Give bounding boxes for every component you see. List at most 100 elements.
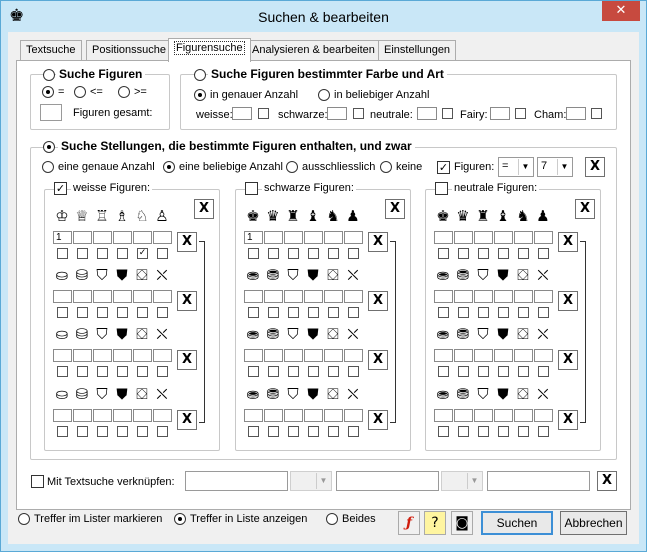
figuren-check[interactable]: ✓ (437, 161, 450, 174)
piece-filter-check[interactable] (458, 426, 469, 437)
row-clear-button[interactable]: X (177, 232, 197, 252)
piece-count-box[interactable] (133, 231, 152, 244)
piece-count-box[interactable] (434, 409, 453, 422)
piece-filter-check[interactable] (498, 307, 509, 318)
piece-filter-check[interactable] (157, 426, 168, 437)
neutrale-count[interactable] (417, 107, 437, 120)
piece-count-box[interactable] (514, 409, 533, 422)
group-clear-button-0[interactable]: X (194, 199, 214, 219)
piece-filter-check[interactable] (478, 366, 489, 377)
piece-count-box[interactable] (53, 290, 72, 303)
piece-count-box[interactable] (434, 231, 453, 244)
piece-count-box[interactable] (93, 409, 112, 422)
radio-beliebige-anzahl[interactable] (318, 89, 330, 101)
piece-filter-check[interactable] (308, 307, 319, 318)
piece-filter-check[interactable] (348, 366, 359, 377)
row-clear-button[interactable]: X (368, 410, 388, 430)
cham-check[interactable] (591, 108, 602, 119)
row-clear-button[interactable]: X (177, 291, 197, 311)
function-icon-button[interactable]: ƒ (398, 511, 420, 535)
piece-count-box[interactable] (73, 409, 92, 422)
piece-filter-check[interactable] (478, 426, 489, 437)
piece-count-box[interactable] (324, 349, 343, 362)
tab-analysieren[interactable]: Analysieren & bearbeiten (246, 40, 381, 61)
row-clear-button[interactable]: X (558, 291, 578, 311)
piece-filter-check[interactable] (458, 307, 469, 318)
piece-filter-check[interactable] (518, 426, 529, 437)
neutrale-check[interactable] (442, 108, 453, 119)
piece-count-box[interactable] (514, 290, 533, 303)
piece-count-box[interactable] (264, 409, 283, 422)
piece-filter-check[interactable] (117, 307, 128, 318)
piece-count-box[interactable] (53, 349, 72, 362)
piece-filter-check[interactable] (268, 307, 279, 318)
schwarze-count[interactable] (327, 107, 347, 120)
row-clear-button[interactable]: X (558, 350, 578, 370)
piece-filter-check[interactable] (498, 426, 509, 437)
piece-count-box[interactable] (304, 290, 323, 303)
fairy-check[interactable] (515, 108, 526, 119)
piece-filter-check[interactable] (518, 307, 529, 318)
piece-count-box[interactable] (454, 409, 473, 422)
radio-treffer-markieren[interactable] (18, 513, 30, 525)
piece-filter-check[interactable]: ✓ (137, 248, 148, 259)
piece-count-box[interactable]: 1 (244, 231, 263, 244)
piece-count-box[interactable] (244, 409, 263, 422)
piece-filter-check[interactable] (77, 366, 88, 377)
piece-filter-check[interactable] (157, 307, 168, 318)
piece-filter-check[interactable] (248, 307, 259, 318)
textsuche-clear-button[interactable]: X (597, 471, 617, 491)
piece-filter-check[interactable] (438, 366, 449, 377)
figuren-op-select[interactable]: = ▼ (498, 157, 534, 177)
row-clear-button[interactable]: X (368, 350, 388, 370)
piece-filter-check[interactable] (328, 248, 339, 259)
textsuche-input-1[interactable] (185, 471, 288, 491)
textsuche-op-2[interactable]: ▼ (441, 471, 483, 491)
piece-count-box[interactable] (113, 409, 132, 422)
fairy-count[interactable] (490, 107, 510, 120)
piece-count-box[interactable] (494, 349, 513, 362)
piece-count-box[interactable] (304, 231, 323, 244)
piece-count-box[interactable] (133, 349, 152, 362)
piece-filter-check[interactable] (538, 366, 549, 377)
piece-count-box[interactable] (514, 349, 533, 362)
radio-stellungen[interactable] (43, 141, 55, 153)
piece-filter-check[interactable] (57, 366, 68, 377)
piece-filter-check[interactable] (97, 248, 108, 259)
piece-filter-check[interactable] (137, 426, 148, 437)
piece-count-box[interactable] (344, 231, 363, 244)
piece-count-box[interactable] (264, 231, 283, 244)
piece-count-box[interactable]: 1 (53, 231, 72, 244)
piece-filter-check[interactable] (268, 426, 279, 437)
radio-treffer-anzeigen[interactable] (174, 513, 186, 525)
radio-op-eq[interactable] (42, 86, 54, 98)
piece-filter-check[interactable] (268, 366, 279, 377)
row-clear-button[interactable]: X (368, 232, 388, 252)
piece-count-box[interactable] (344, 349, 363, 362)
piece-filter-check[interactable] (97, 307, 108, 318)
row-clear-button[interactable]: X (368, 291, 388, 311)
piece-count-box[interactable] (434, 290, 453, 303)
piece-count-box[interactable] (284, 349, 303, 362)
piece-filter-check[interactable] (438, 426, 449, 437)
piece-count-box[interactable] (494, 231, 513, 244)
piece-filter-check[interactable] (248, 248, 259, 259)
piece-count-box[interactable] (93, 349, 112, 362)
row-clear-button[interactable]: X (558, 410, 578, 430)
group-check-2[interactable] (435, 182, 448, 195)
radio-beides[interactable] (326, 513, 338, 525)
group-check-0[interactable]: ✓ (54, 182, 67, 195)
piece-filter-check[interactable] (77, 426, 88, 437)
piece-filter-check[interactable] (478, 248, 489, 259)
group-clear-button-2[interactable]: X (575, 199, 595, 219)
radio-farbe-art[interactable] (194, 69, 206, 81)
piece-count-box[interactable] (534, 409, 553, 422)
piece-count-box[interactable] (514, 231, 533, 244)
piece-count-box[interactable] (344, 409, 363, 422)
title-bar[interactable]: ♚ Suchen & bearbeiten ✕ (1, 1, 646, 33)
piece-count-box[interactable] (434, 349, 453, 362)
piece-count-box[interactable] (324, 290, 343, 303)
piece-count-box[interactable] (73, 231, 92, 244)
textsuche-input-3[interactable] (487, 471, 590, 491)
piece-filter-check[interactable] (498, 366, 509, 377)
